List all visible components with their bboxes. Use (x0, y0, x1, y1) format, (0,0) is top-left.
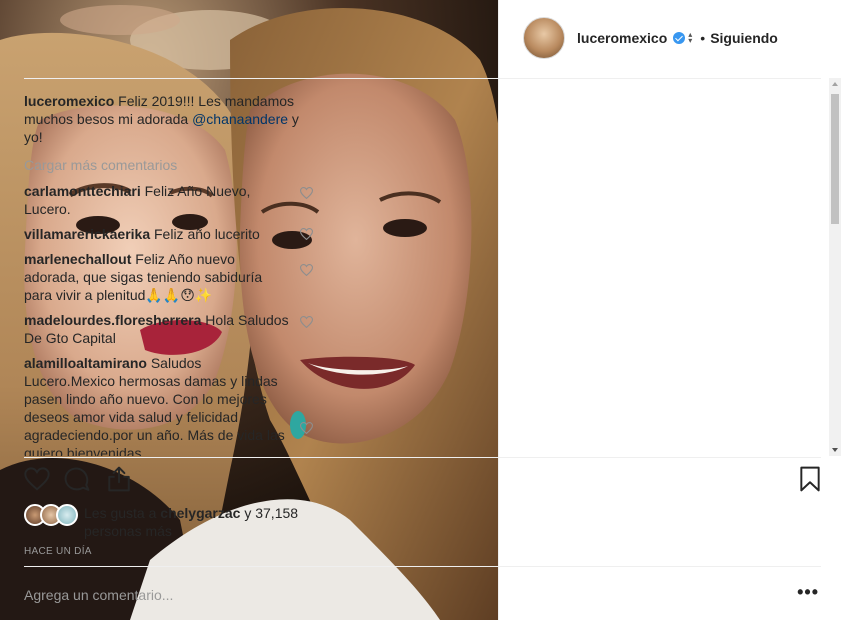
liker-avatars[interactable] (24, 504, 82, 526)
author-username[interactable]: luceromexico (577, 30, 667, 46)
comment-item: marlenechallout Feliz Año nuevo adorada,… (24, 250, 329, 304)
divider (24, 78, 821, 79)
comment-username[interactable]: alamilloaltamirano (24, 355, 147, 371)
scroll-down-arrow-icon[interactable] (832, 448, 838, 452)
bookmark-icon[interactable] (799, 466, 821, 492)
post-actions (24, 466, 821, 496)
load-more-comments-button[interactable]: Cargar más comentarios (24, 157, 329, 173)
caption-mention[interactable]: @chanaandere (192, 111, 288, 127)
divider (24, 566, 821, 567)
post-header: luceromexico ▴ ▾ • Siguiendo (523, 16, 821, 60)
likes-summary: Les gusta a chelygarzac y 37,158 persona… (24, 504, 324, 540)
comment-item: carlamonttechiari Feliz Año Nuevo, Lucer… (24, 182, 329, 218)
following-button[interactable]: Siguiendo (710, 30, 778, 46)
comment-username[interactable]: madelourdes.floresherrera (24, 312, 201, 328)
heart-icon[interactable] (300, 316, 313, 328)
scrollbar-thumb[interactable] (831, 94, 839, 224)
heart-icon[interactable] (300, 422, 313, 434)
post-sidebar: luceromexico ▴ ▾ • Siguiendo (498, 0, 841, 620)
comment-text: Feliz año lucerito (154, 226, 260, 242)
comment-username[interactable]: carlamonttechiari (24, 183, 141, 199)
heart-icon[interactable] (300, 187, 313, 199)
post-timestamp[interactable]: HACE UN DÍA (24, 546, 92, 557)
chevron-updown-icon: ▴ ▾ (688, 30, 693, 45)
likes-text: Les gusta a chelygarzac y 37,158 persona… (84, 504, 324, 540)
likes-prefix: Les gusta a (84, 505, 161, 521)
comment-icon[interactable] (64, 466, 90, 492)
post-caption: luceromexico Feliz 2019!!! Les mandamos … (24, 92, 329, 146)
author-avatar[interactable] (523, 17, 565, 59)
heart-icon[interactable] (300, 264, 313, 276)
comment-username[interactable]: villamarerickaerika (24, 226, 150, 242)
comments-list: luceromexico Feliz 2019!!! Les mandamos … (24, 92, 329, 456)
heart-icon[interactable] (24, 466, 50, 492)
liker-username[interactable]: chelygarzac (160, 505, 240, 521)
heart-icon[interactable] (300, 228, 313, 240)
separator-dot: • (700, 30, 706, 46)
comment-item: madelourdes.floresherrera Hola Saludos D… (24, 311, 329, 347)
avatar[interactable] (56, 504, 78, 526)
divider (24, 457, 821, 458)
scroll-up-arrow-icon[interactable] (832, 82, 838, 86)
comments-scrollbar[interactable] (829, 78, 841, 456)
share-icon[interactable] (106, 466, 132, 492)
comment-username[interactable]: marlenechallout (24, 251, 131, 267)
comment-item: villamarerickaerika Feliz año lucerito (24, 225, 329, 243)
add-comment-input[interactable]: Agrega un comentario... (24, 587, 173, 603)
verified-badge-icon (673, 32, 686, 44)
more-options-button[interactable]: ••• (797, 583, 819, 601)
comment-item: alamilloaltamirano Saludos Lucero.Mexico… (24, 354, 329, 456)
caption-username[interactable]: luceromexico (24, 93, 114, 109)
